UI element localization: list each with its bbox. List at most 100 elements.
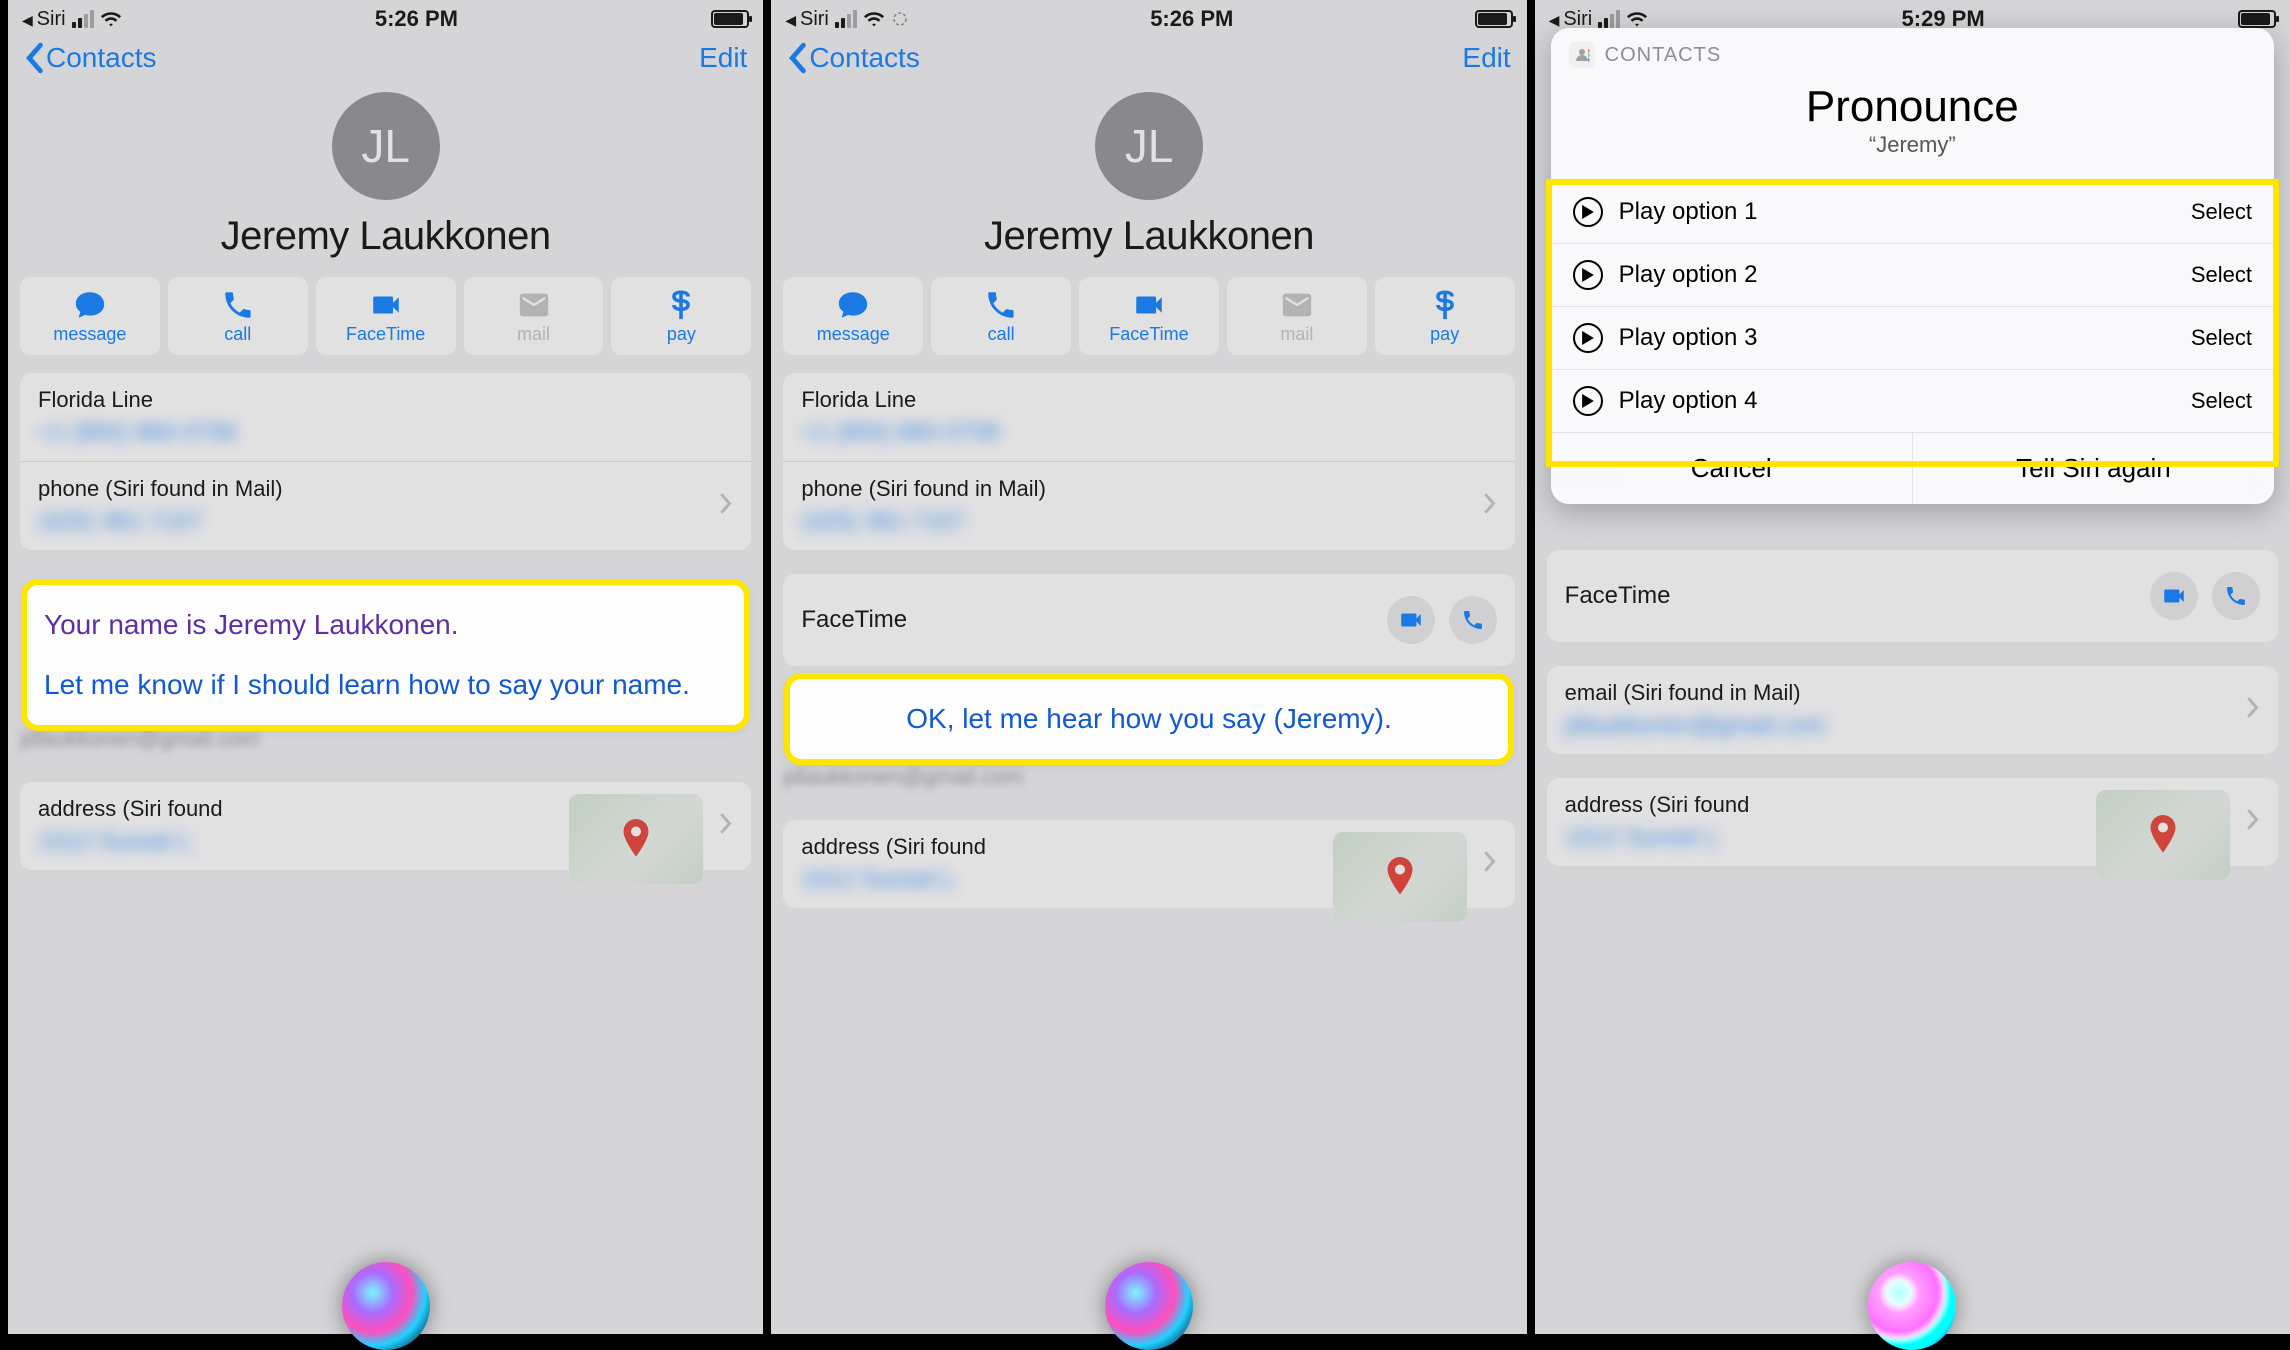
siri-orb[interactable] — [1105, 1262, 1193, 1350]
select-button[interactable]: Select — [2191, 262, 2252, 288]
facetime-audio-button[interactable] — [2212, 572, 2260, 620]
back-to-siri[interactable]: Siri — [22, 8, 66, 31]
call-button[interactable]: call — [931, 277, 1071, 355]
contact-name: Jeremy Laukkonen — [791, 214, 1506, 259]
call-button[interactable]: call — [168, 277, 308, 355]
wifi-icon — [100, 8, 122, 30]
chevron-left-icon — [24, 42, 44, 74]
phone-row-2[interactable]: phone (Siri found in Mail) (425) 381-710… — [783, 462, 1514, 550]
phone-row-2[interactable]: phone (Siri found in Mail) (425) 381-710… — [20, 462, 751, 550]
play-icon[interactable] — [1573, 260, 1603, 290]
nav-bar: Contacts Edit — [771, 34, 1526, 92]
phone-row-1[interactable]: Florida Line +1 (850) 860-0708 — [20, 373, 751, 462]
status-time: 5:26 PM — [1150, 6, 1233, 32]
facetime-row[interactable]: FaceTime — [1547, 550, 2278, 642]
select-button[interactable]: Select — [2191, 199, 2252, 225]
phone-icon — [1461, 608, 1485, 632]
siri-response-bubble: Your name is Jeremy Laukkonen. Let me kn… — [24, 582, 747, 728]
map-pin-icon — [1385, 857, 1415, 897]
pay-button[interactable]: pay — [611, 277, 751, 355]
phone-card: Florida Line +1 (850) 860-0708 phone (Si… — [20, 373, 751, 550]
message-button[interactable]: message — [20, 277, 160, 355]
map-thumbnail — [569, 794, 703, 884]
play-option-1[interactable]: Play option 1 Select — [1551, 180, 2274, 243]
facetime-button[interactable]: FaceTime — [316, 277, 456, 355]
map-thumbnail — [1333, 832, 1467, 922]
contact-name: Jeremy Laukkonen — [28, 214, 743, 259]
email-peek: jdlaukkonen@gmail.com — [20, 726, 751, 752]
chevron-right-icon — [1483, 849, 1497, 878]
battery-icon — [1475, 10, 1513, 28]
play-icon[interactable] — [1573, 323, 1603, 353]
nav-bar: Contacts Edit — [8, 34, 763, 92]
phone-icon — [984, 288, 1018, 322]
email-peek: jdlaukkonen@gmail.com — [783, 764, 1514, 790]
address-card[interactable]: address (Siri found 1012 Sunset L — [20, 782, 751, 870]
back-to-siri[interactable]: Siri — [785, 8, 829, 31]
chevron-left-icon — [787, 42, 807, 74]
facetime-card: FaceTime — [1547, 550, 2278, 642]
edit-button[interactable]: Edit — [1462, 42, 1510, 74]
battery-icon — [2238, 10, 2276, 28]
phone-screen-2: Siri 5:26 PM Contacts Edit JL Jeremy Lau… — [763, 0, 1526, 1334]
play-icon[interactable] — [1573, 386, 1603, 416]
play-icon[interactable] — [1573, 197, 1603, 227]
message-icon — [73, 288, 107, 322]
action-button-row: message call FaceTime mail pay — [771, 277, 1526, 373]
loading-spinner-icon — [891, 10, 909, 28]
siri-response-bubble: OK, let me hear how you say (Jeremy). — [787, 676, 1510, 762]
facetime-button[interactable]: FaceTime — [1079, 277, 1219, 355]
cell-signal-icon — [835, 10, 857, 28]
dollar-icon — [664, 288, 698, 322]
tell-siri-again-button[interactable]: Tell Siri again — [1913, 433, 2274, 504]
back-button[interactable]: Contacts — [787, 42, 920, 74]
phone-icon — [2224, 584, 2248, 608]
map-pin-icon — [2148, 815, 2178, 855]
address-card[interactable]: address (Siri found 1012 Sunset L — [1547, 778, 2278, 866]
cell-signal-icon — [1598, 10, 1620, 28]
facetime-video-button[interactable] — [1387, 596, 1435, 644]
video-icon — [369, 288, 403, 322]
video-icon — [1398, 607, 1424, 633]
siri-orb[interactable] — [1868, 1262, 1956, 1350]
email-card[interactable]: email (Siri found in Mail) jdlaukkonen@g… — [1547, 666, 2278, 754]
address-card[interactable]: address (Siri found 1012 Sunset L — [783, 820, 1514, 908]
siri-orb[interactable] — [342, 1262, 430, 1350]
phone-icon — [221, 288, 255, 322]
phone-row-1[interactable]: Florida Line +1 (850) 860-0708 — [783, 373, 1514, 462]
select-button[interactable]: Select — [2191, 325, 2252, 351]
pay-button[interactable]: pay — [1375, 277, 1515, 355]
map-thumbnail — [2096, 790, 2230, 880]
mail-icon — [517, 288, 551, 322]
play-option-4[interactable]: Play option 4 Select — [1551, 369, 2274, 432]
status-bar: Siri 5:26 PM — [771, 0, 1526, 34]
chevron-right-icon — [719, 811, 733, 840]
cancel-button[interactable]: Cancel — [1551, 433, 1913, 504]
edit-button[interactable]: Edit — [699, 42, 747, 74]
chevron-right-icon — [2246, 696, 2260, 725]
modal-title: Pronounce — [1551, 72, 2274, 132]
avatar: JL — [1095, 92, 1203, 200]
facetime-row[interactable]: FaceTime — [783, 574, 1514, 666]
video-icon — [2161, 583, 2187, 609]
play-option-3[interactable]: Play option 3 Select — [1551, 306, 2274, 369]
option-list: Play option 1 Select Play option 2 Selec… — [1551, 180, 2274, 432]
battery-icon — [711, 10, 749, 28]
message-button[interactable]: message — [783, 277, 923, 355]
modal-app-label: CONTACTS — [1605, 44, 1722, 67]
contacts-app-icon — [1569, 42, 1595, 68]
facetime-video-button[interactable] — [2150, 572, 2198, 620]
mail-icon — [1280, 288, 1314, 322]
phone-screen-1: Siri 5:26 PM Contacts Edit JL Jeremy Lau… — [0, 0, 763, 1334]
dollar-icon — [1428, 288, 1462, 322]
wifi-icon — [863, 8, 885, 30]
back-button[interactable]: Contacts — [24, 42, 157, 74]
play-option-2[interactable]: Play option 2 Select — [1551, 243, 2274, 306]
chevron-right-icon — [2246, 808, 2260, 837]
phone-screen-3: Siri 5:29 PM phone ····· ····· FaceTime … — [1527, 0, 2290, 1334]
select-button[interactable]: Select — [2191, 388, 2252, 414]
chevron-right-icon — [1483, 492, 1497, 521]
mail-button: mail — [1227, 277, 1367, 355]
facetime-card: FaceTime — [783, 574, 1514, 666]
facetime-audio-button[interactable] — [1449, 596, 1497, 644]
